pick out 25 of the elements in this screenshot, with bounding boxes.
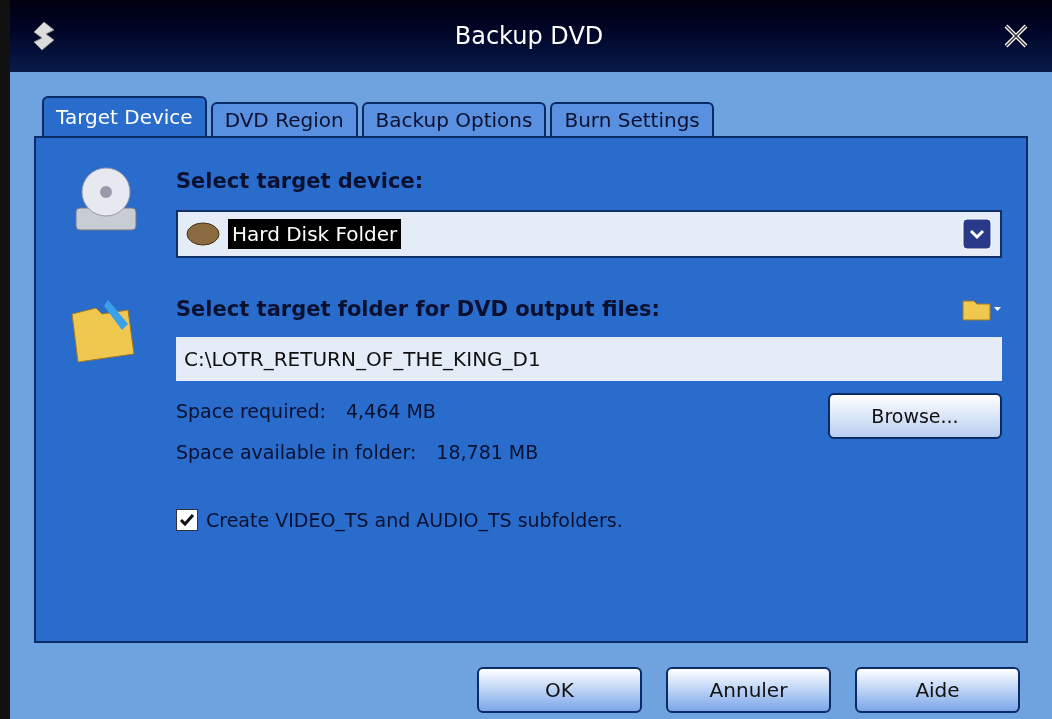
tab[interactable]: Target Device: [42, 96, 207, 136]
tab[interactable]: DVD Region: [210, 102, 358, 136]
close-icon: [1003, 23, 1029, 49]
folder-path-field[interactable]: C:\LOTR_RETURN_OF_THE_KING_D1: [176, 337, 1002, 381]
dropdown-value: Hard Disk Folder: [228, 218, 402, 249]
checkbox[interactable]: [176, 509, 198, 532]
dialog-button[interactable]: Aide: [855, 667, 1020, 713]
section-heading: Select target device:: [176, 168, 425, 195]
dialog-button[interactable]: OK: [477, 667, 642, 713]
space-value: 18,781 MB: [436, 439, 539, 465]
tab[interactable]: Burn Settings: [550, 102, 714, 136]
space-label: Space available in folder:: [176, 439, 417, 465]
dialog-button[interactable]: Annuler: [666, 667, 831, 713]
folder-icon: [962, 297, 1002, 322]
tab[interactable]: Backup Options: [361, 102, 547, 136]
space-value: 4,464 MB: [345, 399, 436, 424]
space-label: Space required:: [176, 399, 326, 424]
checkbox-label: Create VIDEO_TS and AUDIO_TS subfolders.: [206, 508, 623, 534]
disk-icon: [186, 221, 220, 246]
device-dropdown[interactable]: Hard Disk Folder: [176, 209, 1002, 258]
section-heading: Select target folder for DVD output files:: [176, 295, 660, 323]
window-title: Backup DVD: [453, 21, 605, 52]
folder-menu-button[interactable]: [962, 297, 1002, 322]
check-icon: [179, 513, 195, 528]
browse-button[interactable]: Browse...: [828, 393, 1002, 439]
